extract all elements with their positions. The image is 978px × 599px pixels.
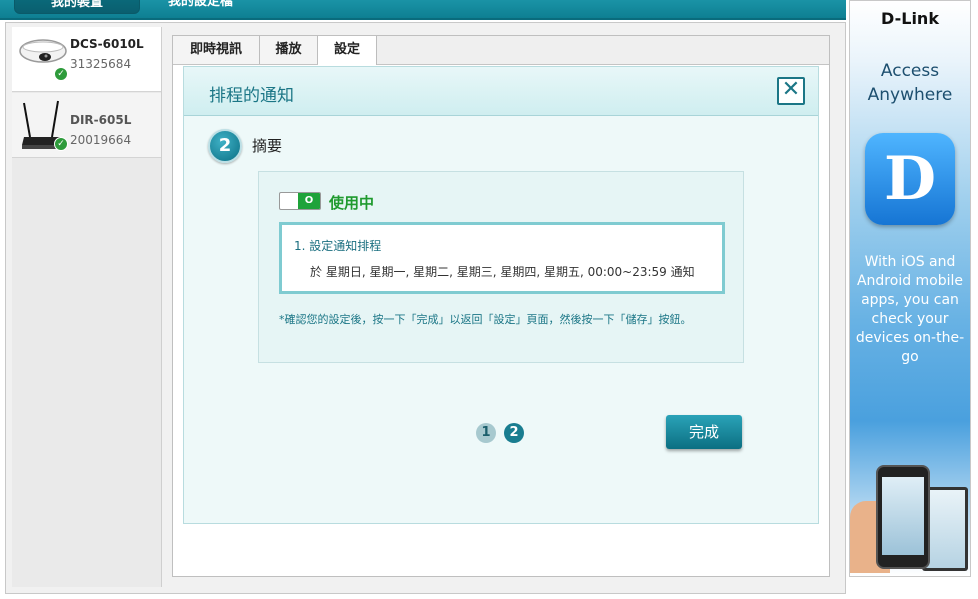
access-anywhere-ad[interactable]: D-Link Access Anywhere D With iOS and An… — [849, 0, 971, 577]
dlink-logo: D-Link — [881, 9, 939, 28]
status-text: 使用中 — [329, 194, 375, 212]
online-check-icon: ✓ — [54, 67, 68, 81]
done-button[interactable]: 完成 — [666, 415, 742, 449]
device-name: DCS-6010L — [70, 37, 144, 51]
device-name: DIR-605L — [70, 113, 132, 127]
dialog-title: 排程的通知 — [209, 86, 294, 106]
content-panel: 即時視訊 播放 設定 排程的通知 ✕ 2 摘要 O 使用中 1. 設定通知排程 … — [172, 35, 830, 577]
tab-settings[interactable]: 設定 — [318, 36, 377, 65]
toggle-on-indicator: O — [298, 193, 320, 209]
ad-headline: Access Anywhere — [867, 61, 953, 105]
main-frame: ✓ DCS-6010L 31325684 ✓ DIR-605L 20019664… — [5, 22, 846, 594]
close-button[interactable]: ✕ — [777, 77, 805, 105]
step-label: 摘要 — [252, 137, 283, 155]
summary-box: O 使用中 1. 設定通知排程 於 星期日, 星期一, 星期二, 星期三, 星期… — [258, 171, 744, 363]
pager-step-1[interactable]: 1 — [476, 423, 496, 443]
tab-my-profile[interactable]: 我的設定檔 — [158, 0, 243, 12]
step-number-badge: 2 — [208, 129, 242, 163]
schedule-title: 1. 設定通知排程 — [294, 239, 382, 253]
tab-live-video[interactable]: 即時視訊 — [173, 36, 260, 64]
pager-step-2[interactable]: 2 — [504, 423, 524, 443]
tab-playback[interactable]: 播放 — [260, 36, 318, 64]
device-serial: 31325684 — [70, 57, 132, 71]
ad-body-text: With iOS and Android mobile apps, you ca… — [855, 254, 965, 365]
schedule-notification-dialog: 排程的通知 ✕ 2 摘要 O 使用中 1. 設定通知排程 於 星期日, 星期一,… — [183, 66, 819, 524]
tab-my-devices[interactable]: 我的裝置 — [14, 0, 140, 14]
instruction-note: *確認您的設定後，按一下「完成」以返回「設定」頁面，然後按一下「儲存」按鈕。 — [279, 313, 692, 326]
device-item-dcs-6010l[interactable]: ✓ DCS-6010L 31325684 — [12, 27, 161, 92]
schedule-detail: 於 星期日, 星期一, 星期二, 星期三, 星期四, 星期五, 00:00~23… — [310, 265, 695, 279]
device-serial: 20019664 — [70, 133, 132, 147]
device-item-dir-605l[interactable]: ✓ DIR-605L 20019664 — [12, 93, 161, 158]
camera-icon — [19, 39, 67, 63]
online-check-icon: ✓ — [54, 137, 68, 151]
app-icon: D — [865, 133, 955, 225]
top-nav-bar: 我的裝置 我的設定檔 — [0, 0, 846, 20]
phone-image — [876, 465, 930, 569]
dialog-header: 排程的通知 ✕ — [184, 67, 818, 116]
enable-toggle[interactable]: O — [279, 192, 321, 210]
schedule-summary: 1. 設定通知排程 於 星期日, 星期一, 星期二, 星期三, 星期四, 星期五… — [279, 222, 725, 294]
sub-tab-bar: 即時視訊 播放 設定 — [173, 36, 829, 65]
device-list: ✓ DCS-6010L 31325684 ✓ DIR-605L 20019664 — [12, 27, 162, 587]
